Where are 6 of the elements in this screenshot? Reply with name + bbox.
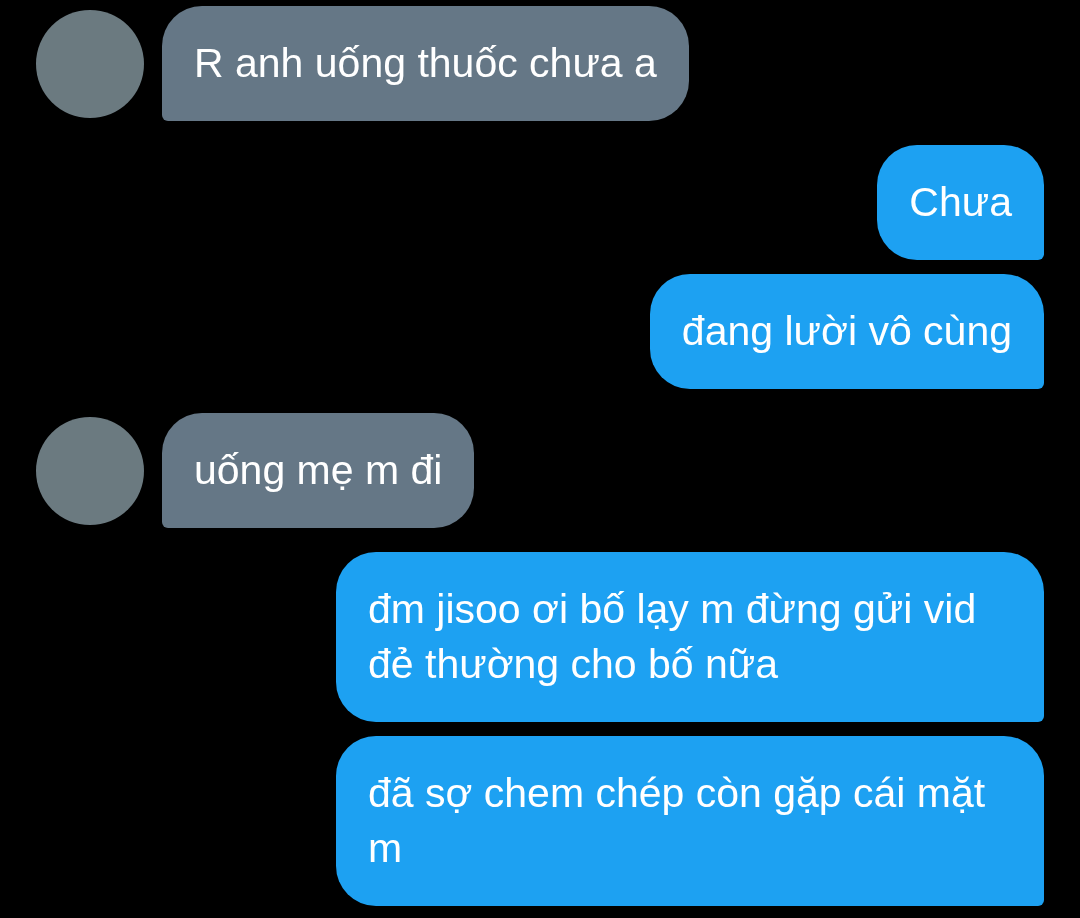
received-message-bubble: R anh uống thuốc chưa a <box>162 6 689 121</box>
sent-message-bubble: đang lười vô cùng <box>649 274 1044 389</box>
sent-message-bubble: đã sợ chem chép còn gặp cái mặt m <box>336 736 1044 906</box>
sent-message-bubble: Chưa <box>877 145 1044 260</box>
sent-message-bubble: đm jisoo ơi bố lạy m đừng gửi vid đẻ thường cho bố nữa <box>336 552 1044 722</box>
received-message-bubble: uống mẹ m đi <box>162 413 475 528</box>
